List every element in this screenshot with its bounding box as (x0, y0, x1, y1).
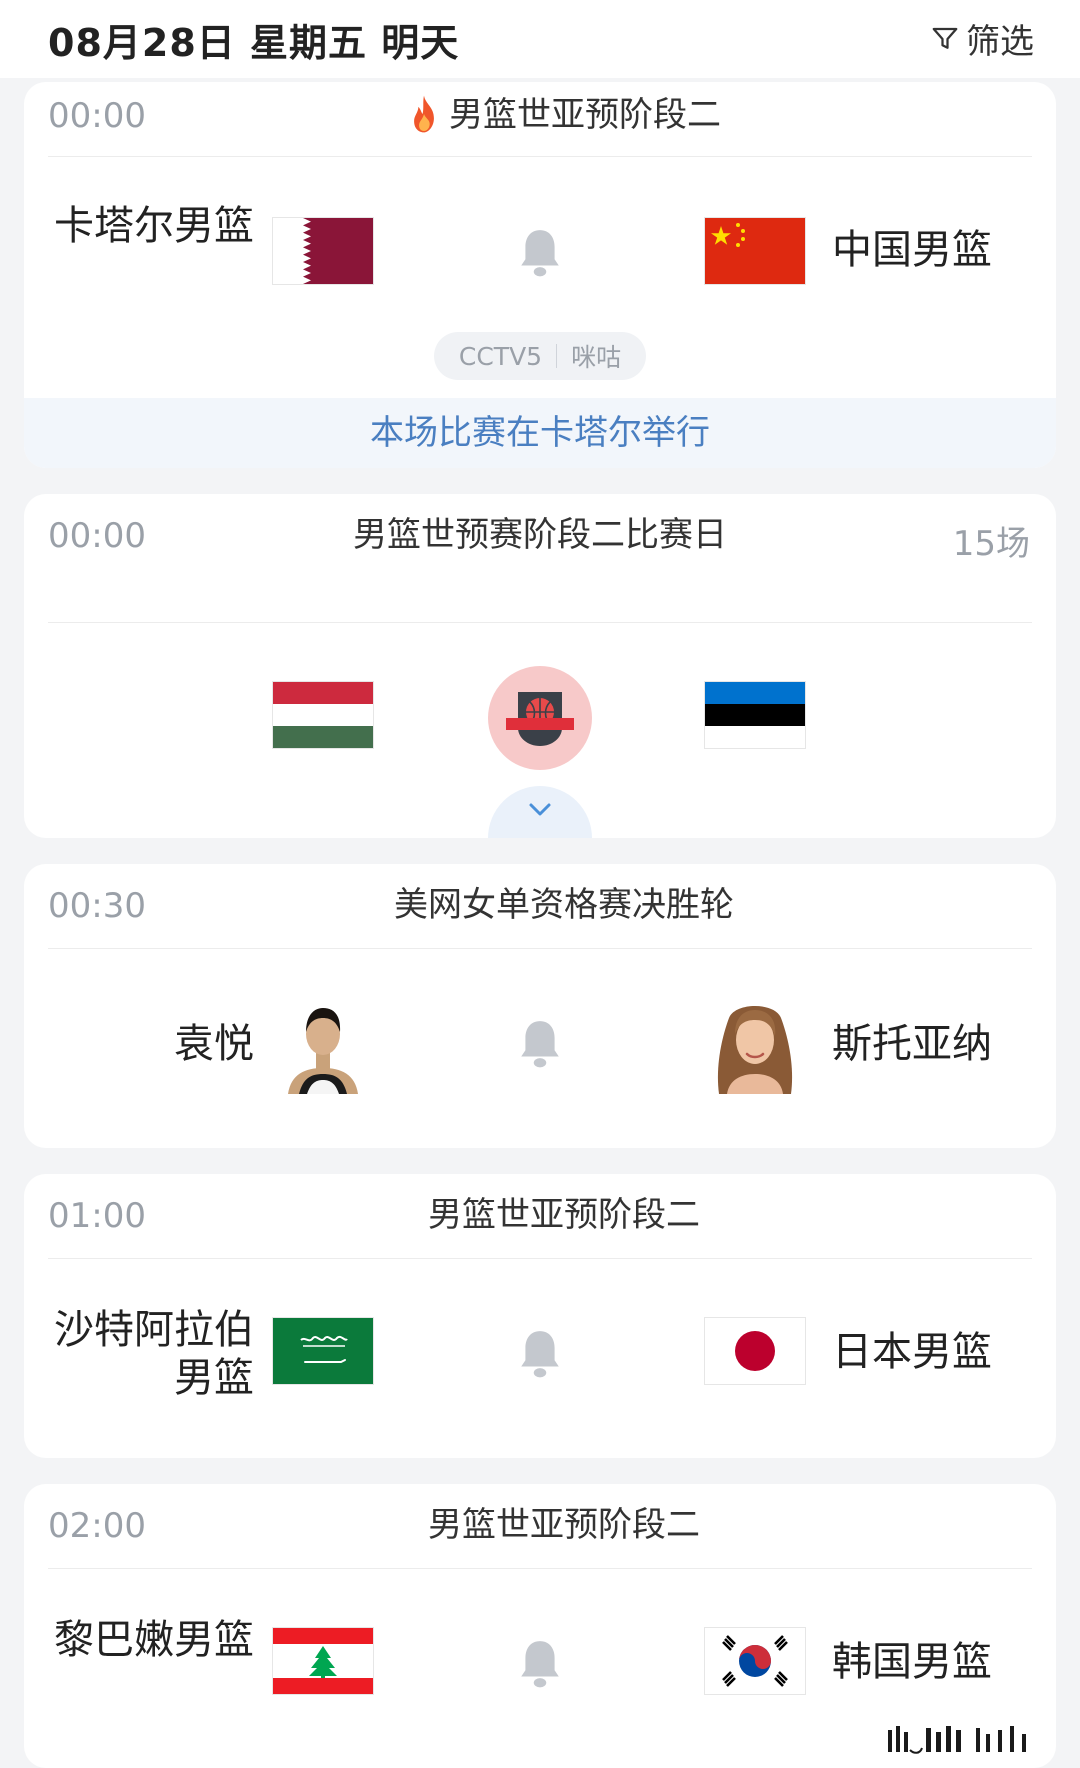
basketball-event-icon (488, 666, 592, 770)
fire-icon (414, 95, 434, 133)
match-card[interactable]: 02:00 男篮世亚预阶段二 黎巴嫩男篮 韩国男篮 (24, 1484, 1056, 1768)
hungary-flag-icon (273, 682, 373, 748)
player-avatar (705, 994, 805, 1094)
south-korea-flag-icon (705, 1628, 805, 1694)
away-team-name: 韩国男篮 (832, 1639, 992, 1685)
away-team-name: 中国男篮 (832, 227, 992, 273)
match-card[interactable]: 01:00 男篮世亚预阶段二 沙特阿拉伯男篮 日本男篮 (24, 1174, 1056, 1458)
japan-flag-icon (705, 1318, 805, 1384)
away-player-name: 斯托亚纳 (832, 1021, 992, 1067)
match-time: 00:30 (48, 886, 146, 926)
channel-migu: 咪咕 (571, 343, 622, 372)
qatar-flag-icon (273, 218, 373, 284)
lebanon-flag-icon (273, 1628, 373, 1694)
match-time: 00:00 (48, 516, 146, 556)
home-player-name: 袁悦 (174, 1021, 254, 1067)
estonia-flag-icon (705, 682, 805, 748)
notify-bell-icon[interactable] (515, 1326, 565, 1382)
china-flag-icon (705, 218, 805, 284)
divider (48, 1568, 1032, 1569)
home-team-name: 黎巴嫩男篮 (54, 1617, 254, 1663)
match-time: 02:00 (48, 1506, 146, 1546)
home-team-name: 卡塔尔男篮 (54, 203, 254, 249)
filter-icon (932, 27, 958, 49)
broadcast-channels[interactable]: CCTV5 咪咕 (434, 332, 646, 380)
channel-separator (556, 344, 558, 368)
expand-toggle[interactable] (488, 786, 592, 838)
match-count: 15场 (952, 524, 1030, 564)
divider (48, 1258, 1032, 1259)
channel-cctv5: CCTV5 (458, 341, 543, 371)
saudi-arabia-flag-icon (273, 1318, 373, 1384)
notify-bell-icon[interactable] (515, 225, 565, 281)
match-title: 美网女单资格赛决胜轮 (394, 885, 734, 925)
filter-label: 筛选 (966, 22, 1034, 62)
match-time: 01:00 (48, 1196, 146, 1236)
divider (48, 156, 1032, 157)
home-team-name: 沙特阿拉伯男篮 (54, 1307, 254, 1401)
match-card[interactable]: 00:30 美网女单资格赛决胜轮 袁悦 斯托亚纳 (24, 864, 1056, 1148)
away-team-name: 日本男篮 (832, 1329, 992, 1375)
watermark-icon (888, 1726, 1026, 1754)
date-title: 08月28日 星期五 明天 (48, 21, 460, 65)
match-title: 男篮世亚预阶段二 (428, 1505, 700, 1545)
chevron-down-icon (529, 803, 551, 816)
venue-note: 本场比赛在卡塔尔举行 (24, 398, 1056, 468)
match-title: 男篮世预赛阶段二比赛日 (353, 515, 727, 555)
match-title: 男篮世亚预阶段二 (428, 1195, 700, 1235)
filter-button[interactable]: 筛选 (930, 14, 1034, 63)
match-time: 00:00 (48, 96, 146, 136)
divider (48, 622, 1032, 623)
match-title: 男篮世亚预阶段二 (324, 94, 804, 136)
date-header: 08月28日 星期五 明天 筛选 (0, 0, 1080, 78)
match-card[interactable]: 00:00 男篮世亚预阶段二 卡塔尔男篮 中国男篮 CCTV5 咪咕 本场比赛在… (24, 82, 1056, 468)
divider (48, 948, 1032, 949)
match-title-text: 男篮世亚预阶段二 (449, 95, 721, 135)
player-avatar (273, 994, 373, 1094)
notify-bell-icon[interactable] (515, 1636, 565, 1692)
notify-bell-icon[interactable] (515, 1016, 565, 1072)
match-card[interactable]: 00:00 男篮世预赛阶段二比赛日 15场 (24, 494, 1056, 838)
